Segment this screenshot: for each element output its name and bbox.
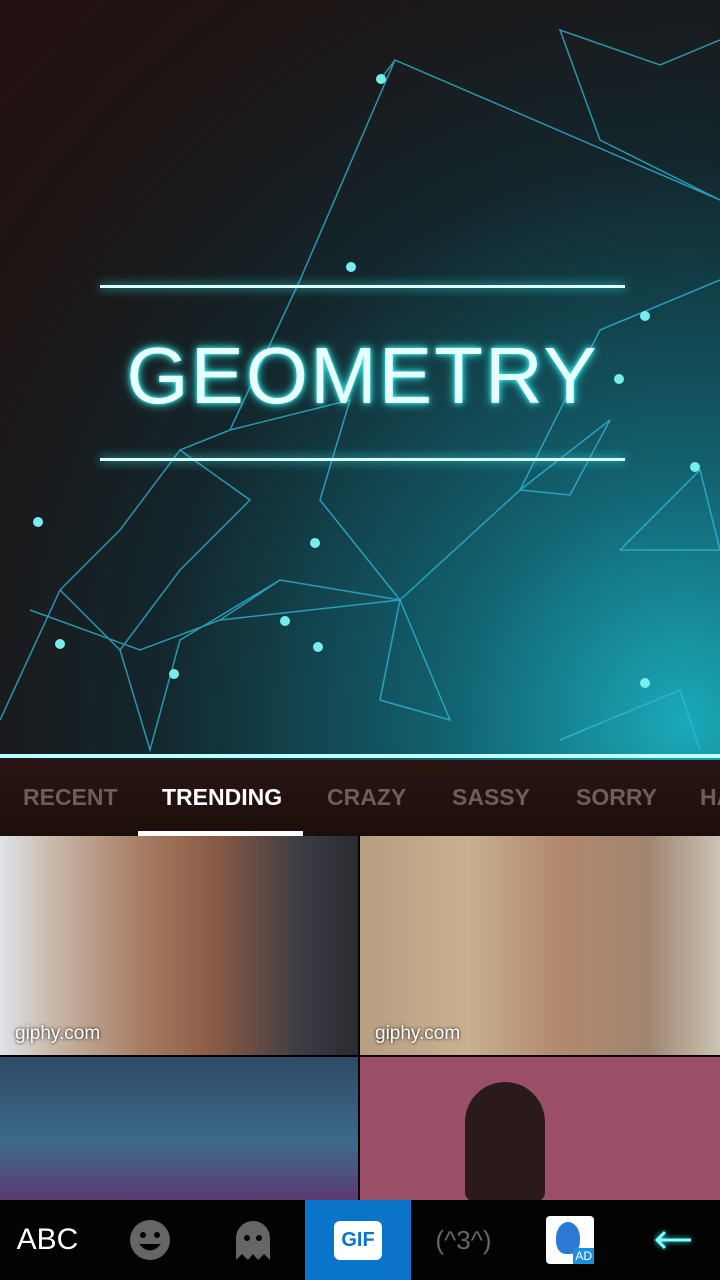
tab-recent[interactable]: RECENT xyxy=(23,784,118,811)
tab-sorry[interactable]: SORRY xyxy=(576,784,657,811)
gif-button[interactable]: GIF xyxy=(305,1200,411,1280)
back-button[interactable] xyxy=(625,1200,720,1280)
tab-ha[interactable]: HA xyxy=(700,784,720,811)
abc-button[interactable]: ABC xyxy=(0,1200,95,1280)
tab-crazy[interactable]: CRAZY xyxy=(327,784,406,811)
sticker-button[interactable] xyxy=(205,1200,300,1280)
gif-source: giphy.com xyxy=(375,1023,461,1044)
tab-trending[interactable]: TRENDING xyxy=(162,784,282,811)
title-line-bottom xyxy=(100,458,625,461)
gif-person xyxy=(465,1082,545,1200)
ad-app-button[interactable]: AD xyxy=(520,1200,620,1280)
emoji-button[interactable] xyxy=(100,1200,200,1280)
gif-tile[interactable]: giphy.com xyxy=(360,836,720,1055)
theme-glow-line xyxy=(0,754,720,758)
dolphin-icon: AD xyxy=(546,1216,594,1264)
kaomoji-button[interactable]: (^3^) xyxy=(411,1200,516,1280)
gif-category-tabs[interactable]: RECENT TRENDING CRAZY SASSY SORRY HA xyxy=(0,760,720,836)
gif-tile[interactable] xyxy=(0,1057,358,1200)
gif-icon: GIF xyxy=(334,1220,382,1260)
gif-source: giphy.com xyxy=(15,1023,101,1044)
arrow-left-icon xyxy=(654,1230,691,1250)
keyboard-bottom-bar: ABC GIF (^3^) AD xyxy=(0,1200,720,1280)
ghost-icon xyxy=(235,1221,270,1260)
ad-badge: AD xyxy=(573,1248,594,1264)
keyboard-theme-preview: GEOMETRY xyxy=(0,0,720,760)
tab-sassy[interactable]: SASSY xyxy=(452,784,530,811)
theme-title: GEOMETRY xyxy=(126,331,599,420)
emoji-face-icon xyxy=(130,1220,170,1260)
gif-tile[interactable] xyxy=(360,1057,720,1200)
title-line-top xyxy=(100,285,625,288)
gif-tile[interactable]: giphy.com xyxy=(0,836,358,1055)
